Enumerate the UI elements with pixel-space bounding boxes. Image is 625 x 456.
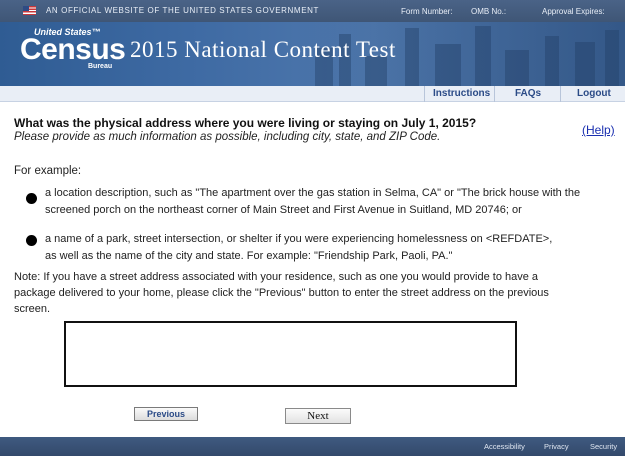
top-nav: Instructions FAQs Logout xyxy=(0,86,625,102)
header-banner: United States™ Census Bureau 2015 Nation… xyxy=(0,22,625,86)
logo-bureau: Bureau xyxy=(88,63,113,70)
page-title: 2015 National Content Test xyxy=(130,37,396,62)
example-line: a location description, such as "The apa… xyxy=(45,187,581,199)
note-line: package delivered to your home, please c… xyxy=(14,287,549,299)
gov-banner: AN OFFICIAL WEBSITE OF THE UNITED STATES… xyxy=(0,0,625,22)
note-text: Note: If you have a street address assoc… xyxy=(14,269,604,317)
nav-divider xyxy=(494,86,495,102)
form-number-label: Form Number: xyxy=(401,7,453,16)
instructions-link[interactable]: Instructions xyxy=(433,88,490,99)
help-link[interactable]: (Help) xyxy=(582,123,615,137)
nav-divider xyxy=(560,86,561,102)
logo-census: Census xyxy=(20,33,126,66)
example-line: screened porch on the northeast corner o… xyxy=(45,204,522,216)
gov-banner-text: AN OFFICIAL WEBSITE OF THE UNITED STATES… xyxy=(46,6,319,15)
example-line: as well as the name of the city and stat… xyxy=(45,250,453,262)
bullet-icon xyxy=(26,193,37,204)
security-link[interactable]: Security xyxy=(590,442,617,451)
omb-number-label: OMB No.: xyxy=(471,7,507,16)
logout-link[interactable]: Logout xyxy=(577,88,611,99)
address-input[interactable] xyxy=(64,321,517,387)
next-button[interactable]: Next xyxy=(285,408,351,424)
example-item: a location description, such as "The apa… xyxy=(45,185,615,219)
faqs-link[interactable]: FAQs xyxy=(515,88,541,99)
example-line: a name of a park, street intersection, o… xyxy=(45,233,553,245)
footer: Accessibility Privacy Security xyxy=(0,437,625,456)
previous-button[interactable]: Previous xyxy=(134,407,198,421)
accessibility-link[interactable]: Accessibility xyxy=(484,442,525,451)
question-instructions: Please provide as much information as po… xyxy=(14,131,441,143)
privacy-link[interactable]: Privacy xyxy=(544,442,569,451)
us-flag-icon xyxy=(23,6,36,15)
nav-divider xyxy=(424,86,425,102)
bullet-icon xyxy=(26,235,37,246)
examples-heading: For example: xyxy=(14,165,82,177)
approval-expires-label: Approval Expires: xyxy=(542,7,605,16)
example-item: a name of a park, street intersection, o… xyxy=(45,231,615,265)
note-line: Note: If you have a street address assoc… xyxy=(14,271,539,283)
question-text: What was the physical address where you … xyxy=(14,116,477,130)
note-line: screen. xyxy=(14,303,51,315)
